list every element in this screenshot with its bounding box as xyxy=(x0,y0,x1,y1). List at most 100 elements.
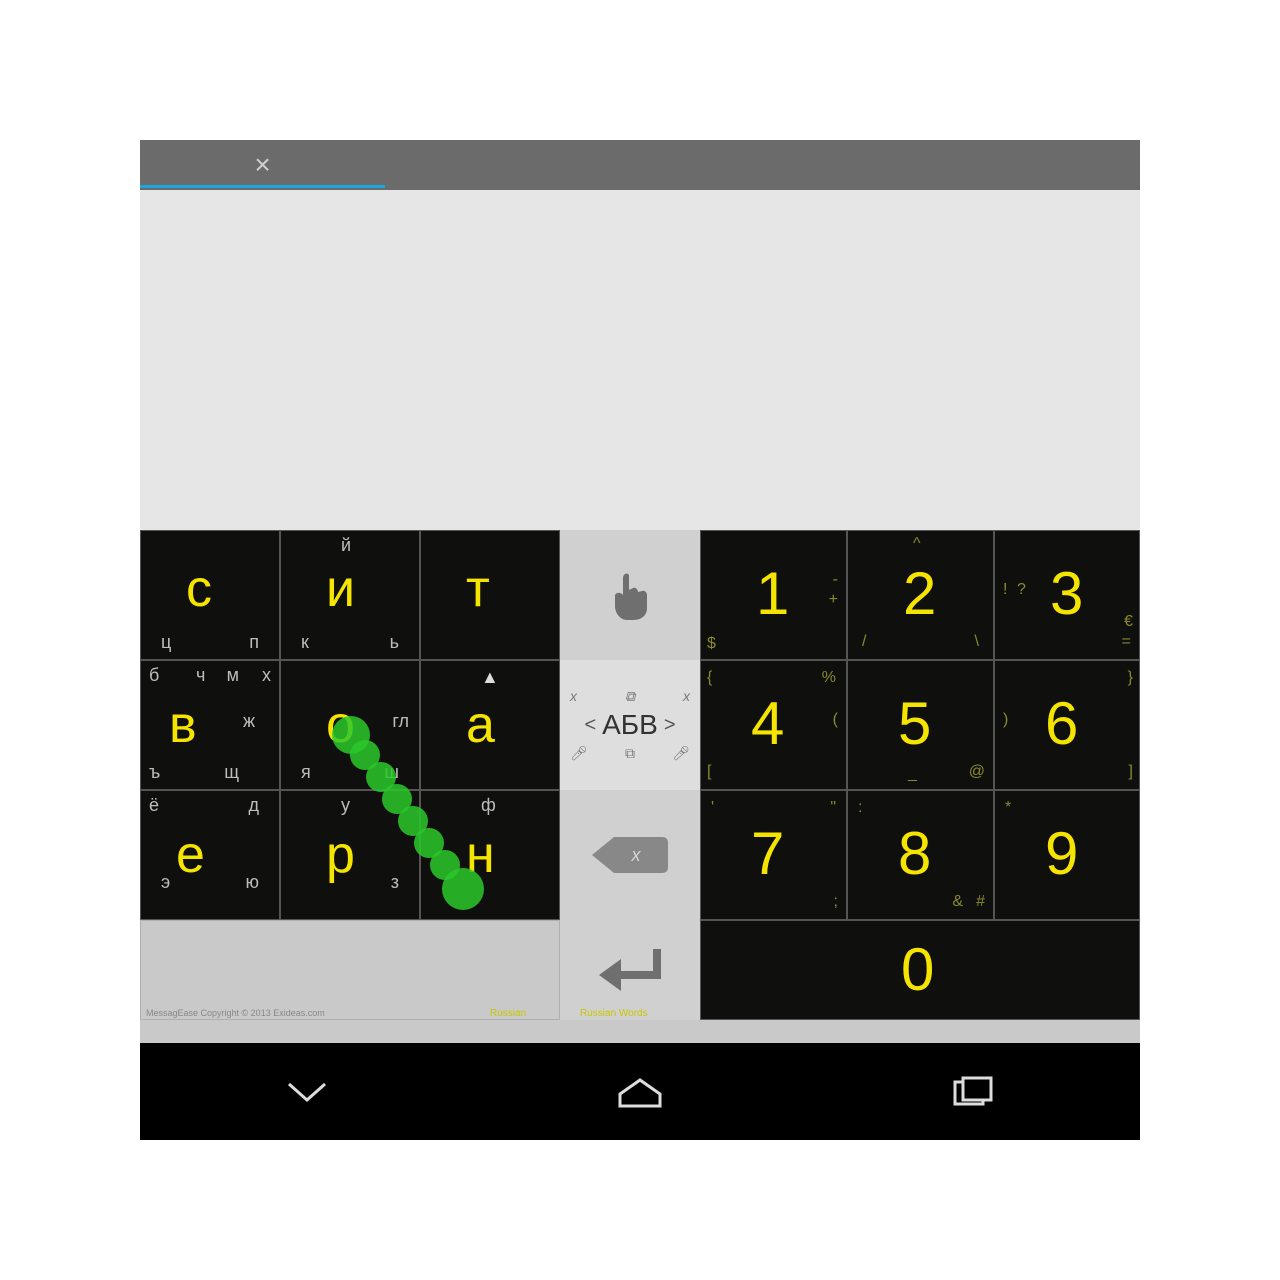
key-label: 9 xyxy=(1045,819,1078,888)
key-sub: ь xyxy=(390,632,399,653)
chevron-right-icon: > xyxy=(664,714,676,737)
copyright-text: MessagEase Copyright © 2013 Exideas.com xyxy=(146,1008,325,1018)
tab-close[interactable]: × xyxy=(140,142,385,188)
mic-icon: 🎤︎ xyxy=(672,745,690,762)
enter-button[interactable] xyxy=(560,920,700,1020)
nav-back-button[interactable] xyxy=(277,1072,337,1112)
key-6[interactable]: ) 6 } ] xyxy=(994,660,1140,790)
keyboard: с ц п й и к ь т б ч м х в ж ъ xyxy=(140,530,1140,1043)
lang-label: Russian xyxy=(490,1008,526,1019)
key-7[interactable]: ' " 7 ; xyxy=(700,790,847,920)
key-n[interactable]: ф н xyxy=(420,790,560,920)
key-sym: } xyxy=(1128,669,1133,687)
tab-underline xyxy=(140,185,385,188)
key-sub: м xyxy=(227,665,239,686)
key-a[interactable]: ▲ а xyxy=(420,660,560,790)
key-label: 2 xyxy=(903,559,936,628)
mode-button[interactable]: x ⧉ x < АБВ > 🎤︎ ⧉ 🎤︎ xyxy=(560,660,700,790)
key-label: о xyxy=(326,695,355,755)
cut-icon: x xyxy=(683,688,690,705)
key-label: т xyxy=(466,559,490,619)
key-sub: э xyxy=(161,872,170,893)
copy-icon: ⧉ xyxy=(625,688,635,705)
pointer-icon xyxy=(605,568,655,623)
key-sym: ! xyxy=(1003,581,1007,599)
key-5[interactable]: 5 _ @ xyxy=(847,660,994,790)
device-screen: × с ц п й и к ь т xyxy=(140,140,1140,1140)
key-sub: ц xyxy=(161,632,171,653)
key-sub: д xyxy=(248,795,259,816)
cut-icon: x xyxy=(570,688,577,705)
key-o[interactable]: о гл я ш xyxy=(280,660,420,790)
key-sub: к xyxy=(301,632,309,653)
key-9[interactable]: 9 * xyxy=(994,790,1140,920)
key-sym: = xyxy=(1122,633,1131,651)
key-label: 7 xyxy=(751,819,784,888)
key-sub: я xyxy=(301,762,311,783)
key-label: 5 xyxy=(898,689,931,758)
key-label: 4 xyxy=(751,689,784,758)
key-sub: п xyxy=(249,632,259,653)
key-label: с xyxy=(186,559,212,619)
key-sym: { xyxy=(707,669,712,687)
key-label: 6 xyxy=(1045,689,1078,758)
key-sym: \ xyxy=(975,633,979,651)
key-label: 8 xyxy=(898,819,931,888)
key-sub: й xyxy=(341,535,351,556)
key-sub: з xyxy=(391,872,399,893)
key-3[interactable]: ! ? 3 = € xyxy=(994,530,1140,660)
android-navbar xyxy=(140,1043,1140,1140)
key-sym: : xyxy=(858,799,862,817)
key-sym: " xyxy=(830,799,836,817)
mic-icon: 🎤︎ xyxy=(570,745,588,762)
pointer-button[interactable] xyxy=(560,530,700,660)
key-0[interactable]: 0 xyxy=(700,920,1140,1020)
nav-home-button[interactable] xyxy=(610,1072,670,1112)
key-label: а xyxy=(466,695,495,755)
key-label: 0 xyxy=(901,935,934,1004)
key-sub: у xyxy=(341,795,350,816)
key-e[interactable]: ё д е э ю xyxy=(140,790,280,920)
home-icon xyxy=(610,1072,670,1112)
lang-label: Russian Words xyxy=(580,1008,648,1019)
key-sym: [ xyxy=(707,763,711,781)
key-v[interactable]: б ч м х в ж ъ щ xyxy=(140,660,280,790)
key-sym: % xyxy=(822,669,836,687)
key-sym: _ xyxy=(908,765,917,783)
key-sym: ( xyxy=(833,711,838,729)
key-sym: + xyxy=(829,591,838,609)
key-sym: ; xyxy=(834,893,838,911)
key-4[interactable]: { % 4 ( [ xyxy=(700,660,847,790)
backspace-icon: x xyxy=(590,833,670,877)
backspace-button[interactable]: x xyxy=(560,790,700,920)
key-sub: ё xyxy=(149,795,159,816)
stage: × с ц п й и к ь т xyxy=(0,0,1280,1280)
key-2[interactable]: ^ 2 / \ xyxy=(847,530,994,660)
app-topbar: × xyxy=(140,140,1140,190)
key-i[interactable]: й и к ь xyxy=(280,530,420,660)
key-label: 3 xyxy=(1050,559,1083,628)
key-sym: @ xyxy=(969,763,985,781)
key-space[interactable] xyxy=(140,920,560,1020)
euro-icon: € xyxy=(1124,613,1133,631)
key-sym: ] xyxy=(1129,763,1133,781)
recent-apps-icon xyxy=(943,1072,1003,1112)
svg-text:x: x xyxy=(631,845,642,865)
key-sym: - xyxy=(833,571,838,589)
caret-up-icon: ▲ xyxy=(481,667,499,688)
key-t[interactable]: т xyxy=(420,530,560,660)
key-1[interactable]: 1 - + $ xyxy=(700,530,847,660)
key-sub: гл xyxy=(392,711,409,732)
key-sym: ' xyxy=(711,799,714,817)
key-label: и xyxy=(326,559,355,619)
key-r[interactable]: у р з xyxy=(280,790,420,920)
key-s[interactable]: с ц п xyxy=(140,530,280,660)
nav-recent-button[interactable] xyxy=(943,1072,1003,1112)
close-icon: × xyxy=(254,149,270,181)
key-sym: * xyxy=(1005,799,1011,817)
key-label: н xyxy=(466,825,495,885)
key-8[interactable]: : 8 & # xyxy=(847,790,994,920)
editor-area[interactable] xyxy=(140,190,1140,530)
key-sym: ? xyxy=(1017,581,1026,599)
key-sub: ъ xyxy=(149,762,160,783)
